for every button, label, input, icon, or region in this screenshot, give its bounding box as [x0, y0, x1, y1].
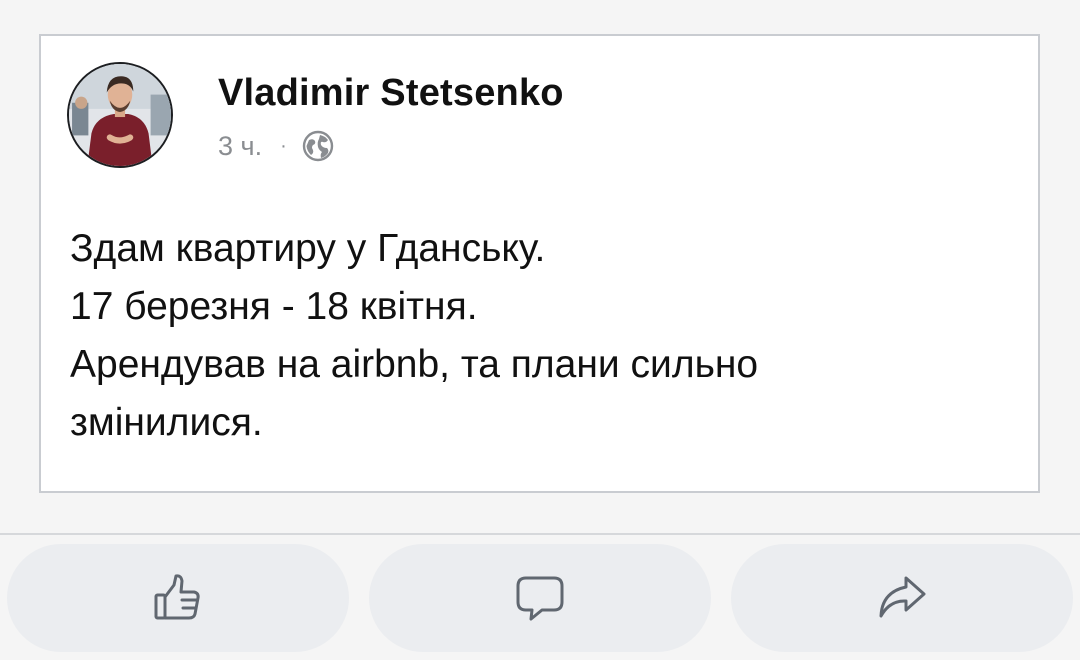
share-button[interactable]: [731, 544, 1073, 652]
post-text-line: Арендував на airbnb, та плани сильно: [70, 343, 759, 386]
avatar-image: [69, 64, 171, 166]
post-text-line: 17 березня - 18 квітня.: [70, 285, 478, 328]
post-text-line: змінилися.: [70, 401, 263, 444]
post-text-line: Здам квартиру у Гданську.: [70, 227, 546, 270]
avatar[interactable]: [67, 62, 173, 168]
post-meta: 3 ч. ·: [218, 128, 335, 164]
post-card: Vladimir Stetsenko 3 ч. · Здам квартиру …: [39, 34, 1040, 493]
author-name[interactable]: Vladimir Stetsenko: [218, 72, 564, 115]
like-icon: [154, 574, 200, 620]
post-time[interactable]: 3 ч.: [218, 131, 262, 162]
comment-icon: [516, 576, 564, 621]
globe-icon: [301, 129, 335, 163]
post-text: Здам квартиру у Гданську. 17 березня - 1…: [70, 220, 1010, 452]
like-button[interactable]: [7, 544, 349, 652]
divider: [0, 533, 1080, 535]
comment-button[interactable]: [369, 544, 711, 652]
action-bar: [0, 544, 1080, 652]
share-icon: [879, 576, 926, 618]
meta-separator: ·: [280, 134, 287, 157]
